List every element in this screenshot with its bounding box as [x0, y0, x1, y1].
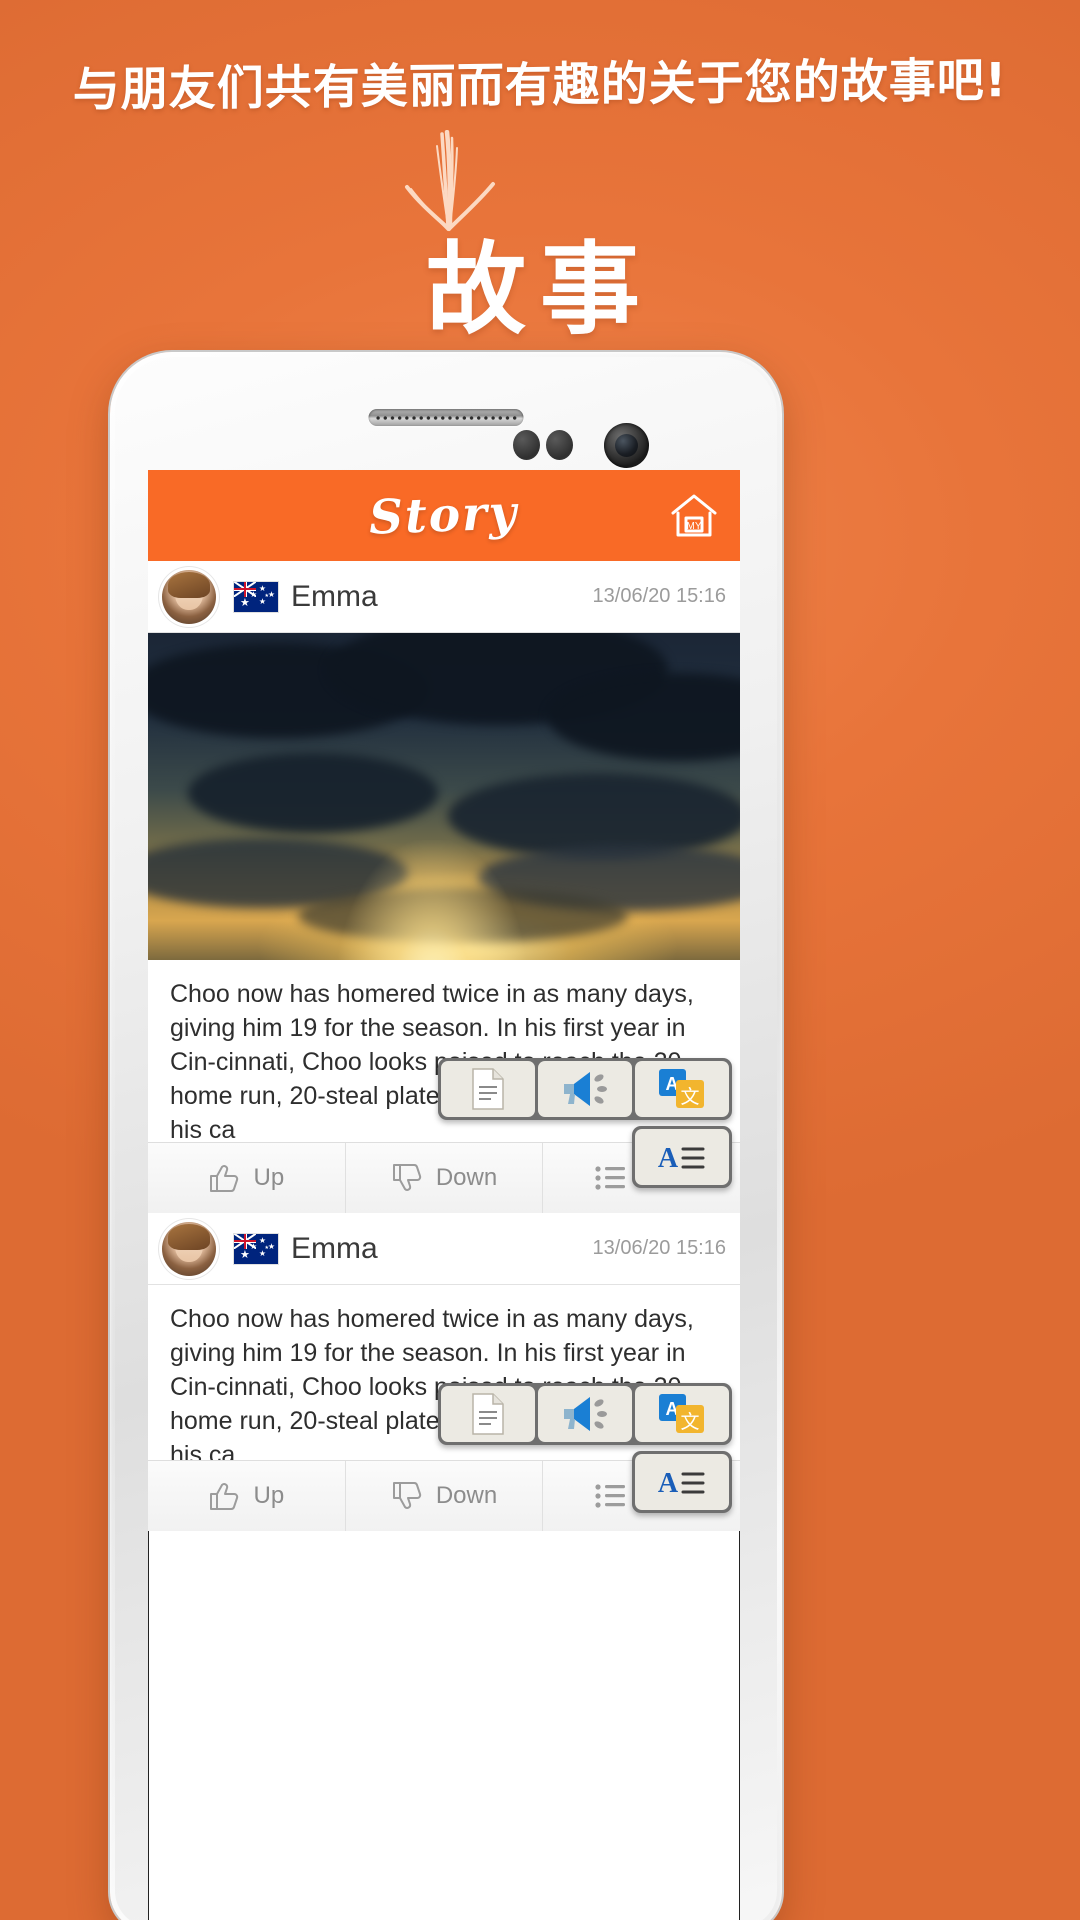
note-list-icon: [595, 1484, 625, 1508]
thumbs-down-icon: [392, 1482, 421, 1509]
post-header: ★ ★ ★ ★ ★ ★ Emma 13/06/20 15:16: [148, 561, 740, 633]
australia-flag-icon: ★ ★ ★ ★ ★ ★: [234, 581, 278, 612]
note-list-icon: [595, 1166, 625, 1190]
translate-icon[interactable]: A 文: [635, 1386, 729, 1442]
promo-headline: 与朋友们共有美丽而有趣的关于您的故事吧!: [72, 53, 1008, 118]
down-button[interactable]: Down: [346, 1143, 544, 1213]
phone-device-mockup: Story MY ★ ★ ★ ★ ★ ★ Emma 13/06/20 15:16…: [110, 352, 782, 1920]
post-username: Emma: [291, 579, 378, 613]
post-username: Emma: [291, 1231, 378, 1265]
svg-text:MY: MY: [687, 521, 702, 532]
phone-screen: Story MY ★ ★ ★ ★ ★ ★ Emma 13/06/20 15:16…: [148, 470, 740, 1920]
thumbs-down-icon: [392, 1164, 421, 1191]
post-tools: A 文: [438, 1058, 732, 1120]
home-my-icon[interactable]: MY: [668, 490, 720, 542]
post-header: ★ ★ ★ ★ ★ ★ Emma 13/06/20 15:16: [148, 1213, 740, 1285]
front-camera-icon: [604, 423, 649, 468]
up-label: Up: [253, 1164, 285, 1191]
avatar[interactable]: [162, 1221, 216, 1276]
app-header: Story MY: [148, 470, 740, 561]
document-icon[interactable]: [441, 1386, 535, 1442]
up-label: Up: [253, 1482, 285, 1509]
document-icon[interactable]: [441, 1061, 535, 1117]
speaker-icon[interactable]: [538, 1061, 632, 1117]
post-photo[interactable]: [148, 633, 740, 960]
svg-text:文: 文: [680, 1411, 699, 1433]
text-size-icon[interactable]: A: [635, 1129, 729, 1185]
post-timestamp: 13/06/20 15:16: [592, 1237, 726, 1259]
post-tools: A 文: [438, 1383, 732, 1445]
post-tools-secondary: A: [632, 1126, 732, 1188]
post-item[interactable]: ★ ★ ★ ★ ★ ★ Emma 13/06/20 15:16 Choo now…: [148, 1213, 740, 1531]
text-size-icon[interactable]: A: [635, 1454, 729, 1510]
proximity-sensor-icon: [513, 430, 540, 460]
down-button[interactable]: Down: [346, 1461, 544, 1531]
translate-icon[interactable]: A 文: [635, 1061, 729, 1117]
light-sensor-icon: [546, 430, 573, 460]
down-label: Down: [435, 1482, 498, 1509]
svg-text:A: A: [658, 1468, 679, 1499]
svg-text:文: 文: [680, 1086, 699, 1108]
post-timestamp: 13/06/20 15:16: [592, 585, 726, 607]
down-label: Down: [435, 1164, 498, 1191]
speaker-icon[interactable]: [538, 1386, 632, 1442]
australia-flag-icon: ★ ★ ★ ★ ★ ★: [234, 1233, 278, 1264]
thumbs-up-icon: [210, 1483, 239, 1510]
page-title: 故事: [426, 231, 654, 348]
avatar[interactable]: [162, 569, 216, 624]
up-button[interactable]: Up: [148, 1461, 346, 1531]
earpiece-speaker-icon: [368, 409, 524, 426]
svg-text:A: A: [658, 1143, 679, 1174]
thumbs-up-icon: [210, 1165, 239, 1192]
app-logo: Story: [368, 485, 520, 546]
up-button[interactable]: Up: [148, 1143, 346, 1213]
post-tools-secondary: A: [632, 1451, 732, 1513]
post-item[interactable]: ★ ★ ★ ★ ★ ★ Emma 13/06/20 15:16 Choo now…: [148, 561, 740, 1213]
